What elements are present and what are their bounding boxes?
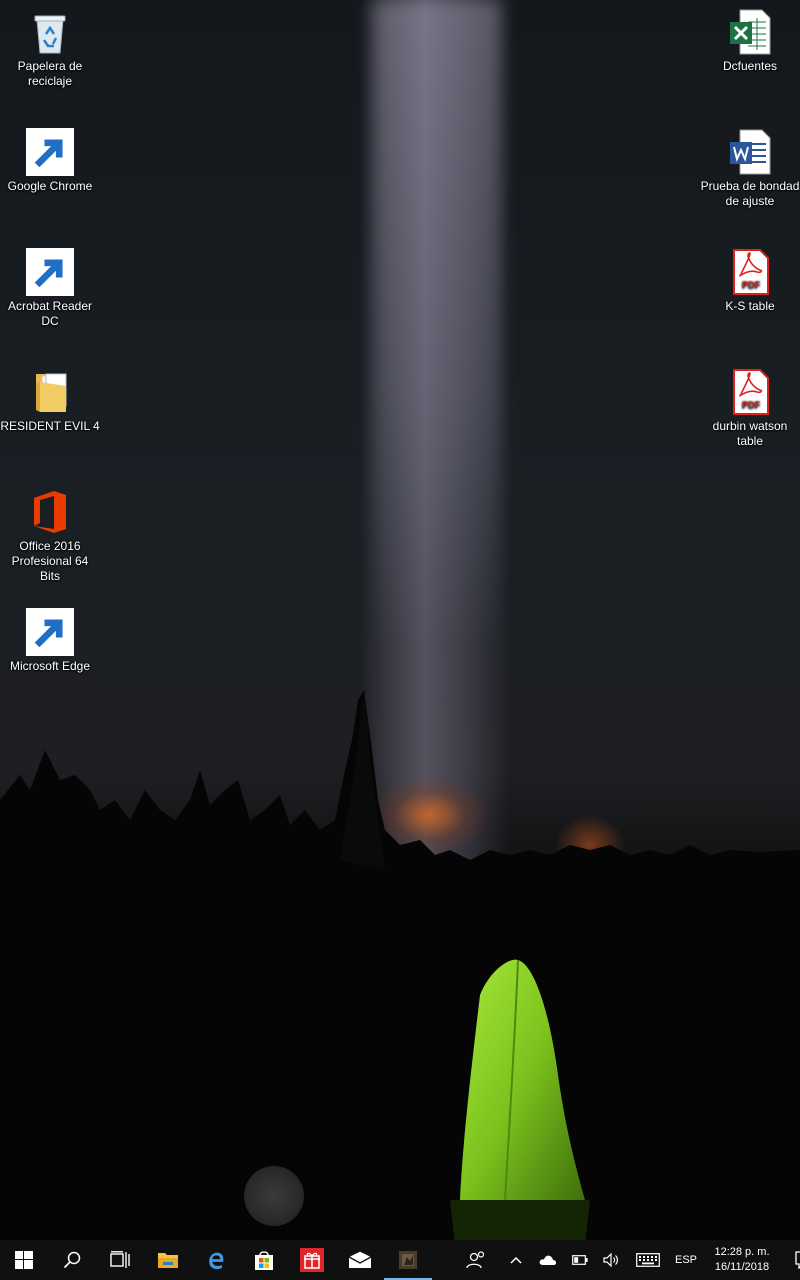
taskbar: ESP 12:28 p. m. 16/11/2018 bbox=[0, 1240, 800, 1280]
folder-icon bbox=[26, 368, 74, 416]
desktop-icon-label: Office 2016 Profesional 64 Bits bbox=[11, 539, 89, 583]
shortcut-arrow-icon bbox=[26, 248, 74, 296]
desktop-icon-dcfuentes-excel[interactable]: Dcfuentes bbox=[700, 8, 800, 74]
desktop-icon-label: Acrobat Reader DC bbox=[7, 299, 93, 328]
touch-keyboard-button[interactable] bbox=[628, 1240, 668, 1280]
office-icon bbox=[26, 488, 74, 536]
desktop-icon-ks-table-pdf[interactable]: PDF K-S table bbox=[700, 248, 800, 314]
notification-icon bbox=[795, 1251, 800, 1269]
desktop-icon-label: Google Chrome bbox=[7, 179, 93, 193]
desktop-icon-resident-evil-folder[interactable]: RESIDENT EVIL 4 bbox=[0, 368, 100, 434]
store-button[interactable] bbox=[240, 1240, 288, 1280]
edge-icon bbox=[209, 1252, 224, 1270]
onedrive-button[interactable] bbox=[532, 1240, 564, 1280]
wallpaper-tent bbox=[450, 959, 590, 1240]
edge-icon bbox=[26, 608, 74, 656]
store-icon bbox=[255, 1251, 273, 1270]
pdf-file-icon: PDF bbox=[726, 368, 774, 416]
acrobat-reader-icon bbox=[26, 248, 74, 296]
svg-text:PDF: PDF bbox=[742, 280, 761, 290]
desktop-icon-label: Papelera de reciclaje bbox=[17, 59, 83, 88]
edge-taskbar-button[interactable] bbox=[192, 1240, 240, 1280]
game-app-button[interactable] bbox=[384, 1240, 432, 1280]
desktop-icon-google-chrome[interactable]: Google Chrome bbox=[0, 128, 100, 194]
gift-app-icon bbox=[300, 1248, 324, 1272]
desktop-icon-label: RESIDENT EVIL 4 bbox=[0, 419, 100, 433]
start-button[interactable] bbox=[0, 1240, 48, 1280]
shortcut-arrow-icon bbox=[26, 128, 74, 176]
pdf-file-icon: PDF bbox=[726, 248, 774, 296]
desktop[interactable]: Papelera de reciclaje Google Chrome Acro… bbox=[0, 0, 800, 1240]
chevron-up-icon bbox=[510, 1256, 522, 1264]
task-view-button[interactable] bbox=[96, 1240, 144, 1280]
game-app-icon bbox=[399, 1251, 417, 1269]
system-tray: ESP 12:28 p. m. 16/11/2018 bbox=[500, 1240, 800, 1280]
desktop-icon-label: Dcfuentes bbox=[722, 59, 778, 73]
input-language-indicator[interactable]: ESP bbox=[668, 1254, 704, 1266]
wallpaper-milky-way bbox=[372, 0, 502, 650]
desktop-icon-label: Prueba de bondad de ajuste bbox=[700, 179, 800, 208]
people-icon bbox=[466, 1251, 485, 1269]
onedrive-cloud-icon bbox=[539, 1255, 557, 1265]
show-hidden-icons-button[interactable] bbox=[500, 1240, 532, 1280]
desktop-icon-microsoft-edge[interactable]: Microsoft Edge bbox=[0, 608, 100, 674]
battery-icon bbox=[572, 1255, 588, 1265]
clock-date: 16/11/2018 bbox=[714, 1261, 770, 1273]
task-view-icon bbox=[110, 1251, 130, 1268]
mail-icon bbox=[348, 1251, 372, 1268]
chrome-icon bbox=[26, 128, 74, 176]
action-center-button[interactable] bbox=[780, 1240, 800, 1280]
recycle-bin-icon bbox=[26, 8, 74, 56]
touch-pointer-indicator bbox=[244, 1166, 304, 1226]
desktop-icon-acrobat-reader[interactable]: Acrobat Reader DC bbox=[0, 248, 100, 329]
volume-button[interactable] bbox=[596, 1240, 628, 1280]
mail-button[interactable] bbox=[336, 1240, 384, 1280]
shortcut-arrow-icon bbox=[26, 608, 74, 656]
desktop-icon-label: Microsoft Edge bbox=[9, 659, 91, 673]
desktop-icon-office-2016[interactable]: Office 2016 Profesional 64 Bits bbox=[0, 488, 100, 584]
battery-button[interactable] bbox=[564, 1240, 596, 1280]
speaker-icon bbox=[603, 1253, 618, 1267]
people-button[interactable] bbox=[452, 1240, 500, 1280]
keyboard-icon bbox=[636, 1253, 660, 1267]
word-file-icon bbox=[726, 128, 774, 176]
file-explorer-button[interactable] bbox=[144, 1240, 192, 1280]
gift-app-button[interactable] bbox=[288, 1240, 336, 1280]
clock-time: 12:28 p. m. bbox=[714, 1246, 770, 1258]
svg-text:PDF: PDF bbox=[742, 400, 761, 410]
desktop-icon-recycle-bin[interactable]: Papelera de reciclaje bbox=[0, 8, 100, 89]
file-explorer-icon bbox=[158, 1253, 178, 1268]
desktop-icon-label: durbin watson table bbox=[712, 419, 788, 448]
wallpaper-treeline bbox=[0, 690, 800, 1240]
clock[interactable]: 12:28 p. m. 16/11/2018 bbox=[704, 1245, 780, 1275]
desktop-icon-prueba-word[interactable]: Prueba de bondad de ajuste bbox=[700, 128, 800, 209]
search-button[interactable] bbox=[48, 1240, 96, 1280]
windows-logo-icon bbox=[15, 1251, 33, 1269]
desktop-icon-durbin-watson-pdf[interactable]: PDF durbin watson table bbox=[700, 368, 800, 449]
search-icon bbox=[63, 1251, 81, 1269]
excel-file-icon bbox=[726, 8, 774, 56]
desktop-icon-label: K-S table bbox=[725, 299, 775, 313]
